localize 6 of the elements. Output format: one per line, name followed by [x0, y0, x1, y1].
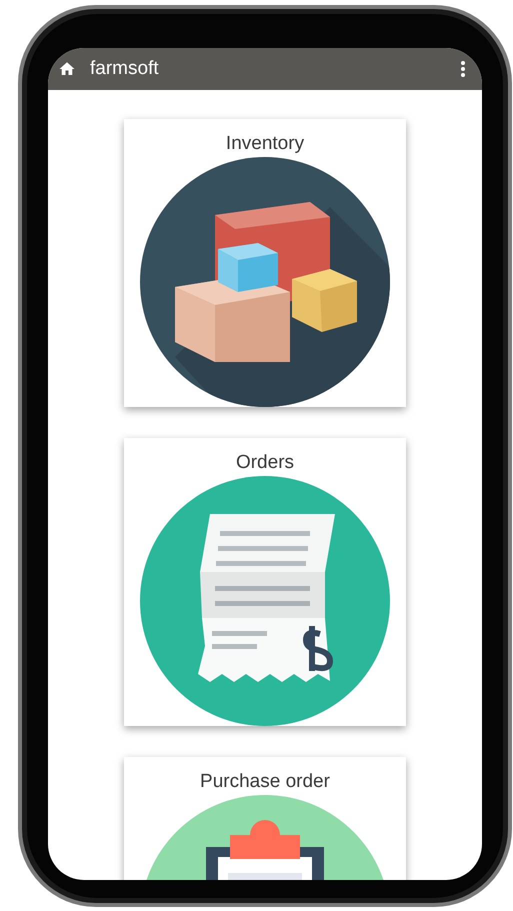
more-menu-icon[interactable] — [460, 61, 466, 77]
menu-tile[interactable]: Orders — [124, 438, 406, 726]
home-icon[interactable] — [58, 60, 76, 78]
menu-tile[interactable]: Purchase order — [124, 757, 406, 880]
menu-tile[interactable]: Inventory — [124, 119, 406, 407]
app-title: farmsoft — [90, 56, 160, 81]
